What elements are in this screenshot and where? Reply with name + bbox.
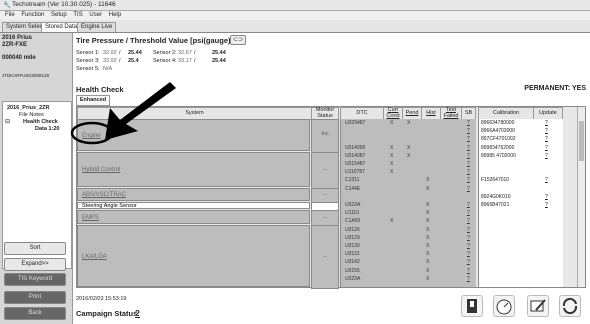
annotation-arrow-icon bbox=[105, 82, 176, 140]
annotation-circle-icon bbox=[70, 121, 114, 145]
annotation-overlay bbox=[70, 82, 176, 145]
